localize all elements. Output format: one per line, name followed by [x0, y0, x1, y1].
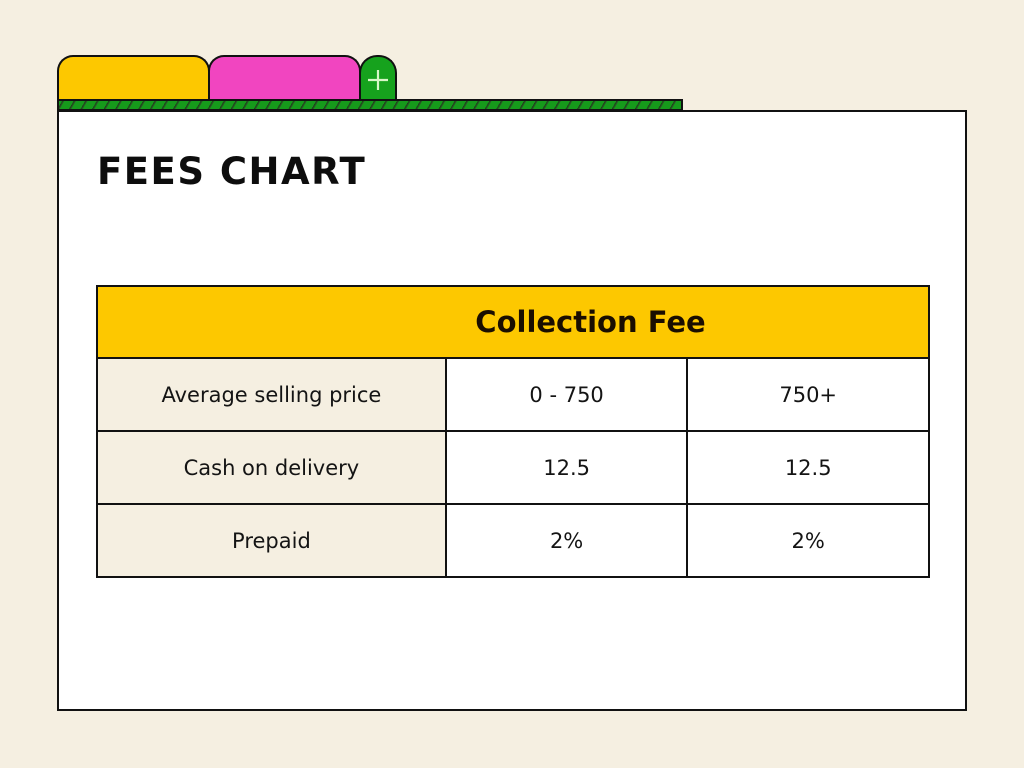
- table-row: Average selling price 0 - 750 750+: [96, 357, 930, 432]
- table-cell: 12.5: [444, 430, 689, 505]
- fees-chart-panel: FEES CHART Collection Fee Average sellin…: [57, 110, 967, 711]
- row-label: Cash on delivery: [96, 430, 447, 505]
- row-label: Prepaid: [96, 503, 447, 578]
- table-cell: 2%: [686, 503, 930, 578]
- plus-icon: [368, 70, 388, 90]
- page-title: FEES CHART: [97, 150, 367, 193]
- table-row: Cash on delivery 12.5 12.5: [96, 430, 930, 505]
- row-label: Average selling price: [96, 357, 447, 432]
- table-cell: 750+: [686, 357, 930, 432]
- table-cell: 0 - 750: [444, 357, 689, 432]
- tab-pink[interactable]: [208, 55, 361, 101]
- table-cell: 12.5: [686, 430, 930, 505]
- fees-table: Collection Fee Average selling price 0 -…: [96, 285, 930, 578]
- table-header-cell: Collection Fee: [96, 285, 930, 359]
- table-header-label: Collection Fee: [475, 305, 706, 339]
- table-cell: 2%: [444, 503, 689, 578]
- table-row: Prepaid 2% 2%: [96, 503, 930, 578]
- table-header-row: Collection Fee: [96, 285, 930, 359]
- add-tab-button[interactable]: [359, 55, 397, 101]
- tab-yellow[interactable]: [57, 55, 210, 101]
